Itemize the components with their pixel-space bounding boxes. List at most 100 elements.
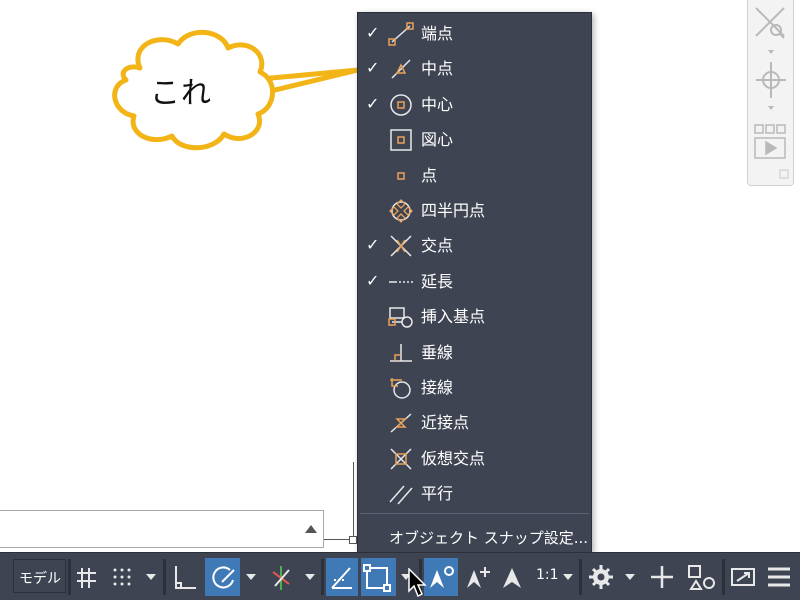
pan-zoom-icon[interactable]	[755, 7, 785, 39]
polar-tracking-button[interactable]	[205, 558, 240, 596]
object-snap-settings-item[interactable]: オブジェクト スナップ設定...	[358, 519, 591, 553]
object-snap-menu-item-label: 垂線	[421, 342, 454, 362]
command-line-input[interactable]	[0, 510, 324, 548]
object-snap-menu-item[interactable]: 図心	[358, 122, 591, 157]
centroid-icon	[390, 129, 412, 151]
center-icon	[390, 94, 412, 116]
polar-tracking-icon	[212, 566, 235, 589]
grip-line-vertical	[353, 462, 354, 544]
isodraft-dropdown-icon[interactable]	[305, 574, 315, 580]
grid-icon[interactable]	[74, 558, 100, 596]
menu-separator	[360, 513, 589, 514]
node-icon	[397, 171, 405, 180]
object-snap-menu-item[interactable]: ✓ 中心	[358, 87, 591, 122]
command-history-arrow-icon[interactable]	[305, 525, 317, 533]
object-snap-menu-item[interactable]: ✓ 中点	[358, 51, 591, 86]
object-snap-menu-item[interactable]: 近接点	[358, 405, 591, 440]
object-snap-menu-item-label: 接線	[421, 378, 454, 397]
object-snap-menu-item[interactable]: 点	[358, 158, 591, 193]
object-snap-menu-item-label: 中心	[421, 94, 454, 114]
polar-tracking-dropdown-icon[interactable]	[246, 574, 256, 580]
model-tab[interactable]: モデル	[13, 559, 66, 593]
isodraft-icon[interactable]	[266, 558, 296, 596]
object-snap-menu-item-label: 平行	[421, 484, 454, 504]
snap-mode-icon[interactable]	[110, 558, 136, 596]
object-snap-tracking-button[interactable]	[326, 558, 358, 596]
object-snap-menu-item-label: 近接点	[421, 413, 470, 433]
object-snap-menu-item-label: 図心	[421, 130, 454, 150]
model-tab-label: モデル	[19, 571, 61, 587]
orbit-icon[interactable]	[756, 62, 786, 98]
parallel-icon	[389, 485, 413, 505]
status-separator	[579, 559, 582, 595]
nearest-icon	[390, 413, 412, 433]
object-snap-menu-item[interactable]: ✓ 端点	[358, 16, 591, 51]
status-bar: モデル 1:1	[0, 552, 800, 600]
snap-mode-dropdown-icon[interactable]	[146, 574, 156, 580]
checkmark-icon: ✓	[366, 23, 380, 42]
endpoint-icon	[388, 22, 414, 46]
extension-icon	[389, 281, 413, 283]
checkmark-icon	[366, 130, 380, 148]
object-snap-tracking-icon	[331, 567, 352, 589]
checkmark-icon	[366, 307, 380, 325]
gear-icon[interactable]	[586, 558, 616, 596]
annotation-scale-icon[interactable]	[497, 558, 527, 596]
object-snap-menu-item-label: 点	[421, 165, 438, 185]
status-separator	[722, 559, 725, 595]
callout-text: これ	[150, 76, 212, 111]
checkmark-icon	[366, 343, 380, 361]
checkmark-icon	[366, 413, 380, 431]
tangent-icon	[390, 378, 411, 399]
object-snap-menu-item-label: 中点	[421, 59, 454, 79]
hamburger-menu-icon[interactable]	[764, 558, 794, 596]
object-snap-menu-item-label: 四半円点	[421, 201, 486, 220]
object-snap-menu-item[interactable]: 接線	[358, 370, 591, 405]
isolate-objects-icon[interactable]	[685, 558, 719, 596]
quadrant-icon	[389, 199, 413, 223]
annotation-scale-dropdown-icon[interactable]	[563, 574, 573, 580]
grip-handle[interactable]	[349, 536, 357, 544]
object-snap-menu-item-label: 挿入基点	[421, 307, 486, 327]
object-snap-menu-item[interactable]: ✓ 交点	[358, 228, 591, 263]
ortho-icon[interactable]	[170, 558, 200, 596]
checkmark-icon: ✓	[366, 270, 380, 290]
object-snap-menu-item[interactable]: ✓ 延長	[358, 264, 591, 299]
annotation-scale-label[interactable]: 1:1	[536, 567, 559, 583]
checkmark-icon: ✓	[366, 93, 380, 113]
object-snap-menu-item-label: 端点	[421, 24, 454, 43]
workspace-dropdown-icon[interactable]	[625, 574, 635, 580]
midpoint-icon	[391, 59, 411, 79]
object-snap-button[interactable]	[361, 558, 396, 596]
clean-screen-icon[interactable]	[728, 558, 758, 596]
plus-icon[interactable]	[647, 558, 677, 596]
object-snap-menu-item[interactable]: 平行	[358, 476, 591, 511]
perpendicular-icon	[390, 343, 412, 362]
status-separator	[68, 559, 71, 595]
object-snap-menu-item[interactable]: 四半円点	[358, 193, 591, 228]
status-separator	[321, 559, 324, 595]
mouse-cursor-icon	[408, 568, 427, 598]
insertion-icon	[388, 307, 413, 328]
object-snap-menu-item[interactable]: 仮想交点	[358, 441, 591, 476]
checkmark-icon	[366, 378, 380, 396]
apparent-intersection-icon	[390, 448, 412, 470]
checkmark-icon	[366, 484, 380, 502]
annotation-visibility-icon	[430, 566, 454, 588]
auto-scale-icon[interactable]	[461, 558, 495, 596]
checkmark-icon	[366, 166, 380, 184]
intersection-icon	[390, 235, 412, 257]
checkmark-icon	[366, 201, 380, 219]
object-snap-menu-item[interactable]: 垂線	[358, 335, 591, 370]
object-snap-menu-item-label: 交点	[421, 236, 454, 256]
callout-cloud	[112, 29, 361, 151]
object-snap-menu-item[interactable]: 挿入基点	[358, 299, 591, 334]
checkmark-icon	[366, 449, 380, 467]
navigation-bar	[747, 0, 794, 186]
object-snap-menu-item-label: 延長	[421, 271, 454, 291]
object-snap-settings-label: オブジェクト スナップ設定...	[389, 529, 589, 547]
object-snap-menu-item-label: 仮想交点	[421, 448, 486, 468]
annotation-visibility-button[interactable]	[424, 558, 458, 596]
showmotion-icon[interactable]	[754, 124, 786, 159]
object-snap-menu: ✓ 端点 ✓ 中点 ✓ 中心 図心点四半円点 ✓ 交点 ✓ 延長 挿入基点 垂線 接線 近接点 仮想交点 平行 …	[357, 12, 592, 553]
